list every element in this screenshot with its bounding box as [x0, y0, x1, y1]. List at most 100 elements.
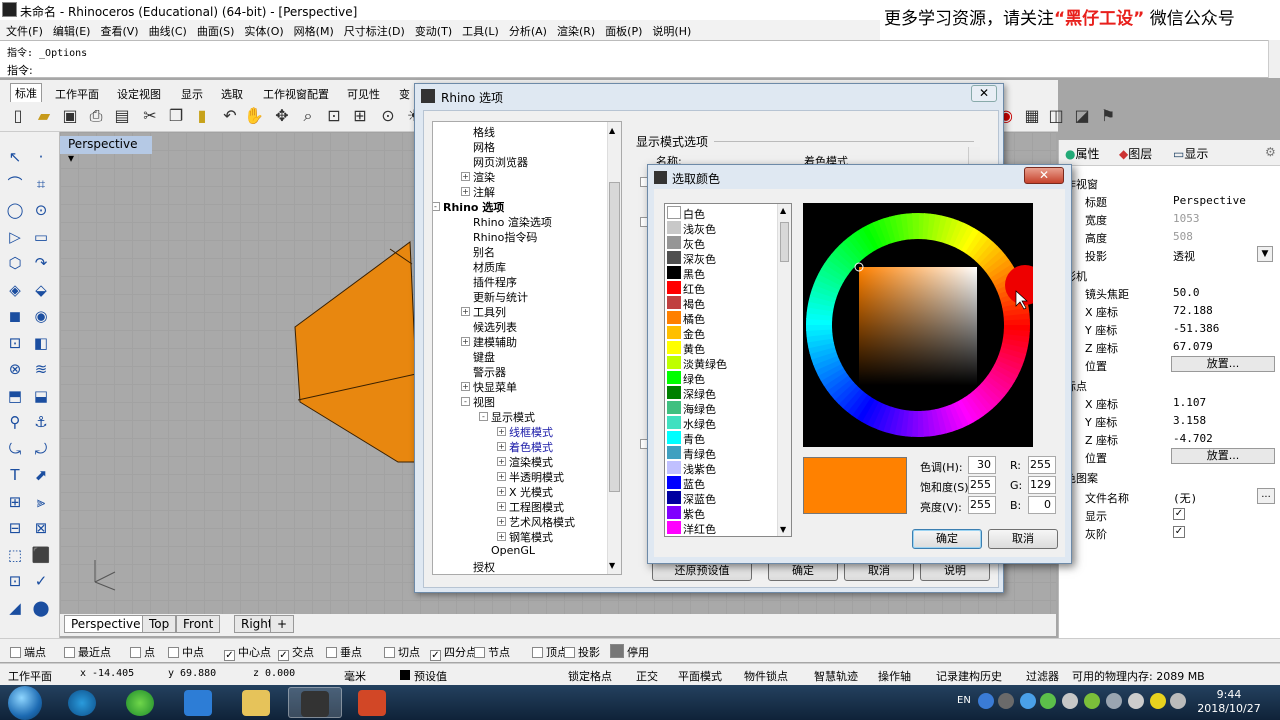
tool-surface-icon[interactable]: ⬡	[4, 252, 26, 274]
saturation-input[interactable]: 255	[968, 476, 996, 494]
tree-node-0[interactable]: 格线	[473, 124, 495, 140]
tree-node-21[interactable]: 着色模式	[509, 439, 553, 455]
tool-layer-icon[interactable]: ⊟	[4, 517, 26, 539]
tree-node-13[interactable]: 候选列表	[473, 319, 517, 335]
color-item-10[interactable]: 淡黄绿色	[665, 355, 777, 371]
taskbar-app-rhino[interactable]	[288, 687, 342, 718]
tree-node-7[interactable]: Rhino指令码	[473, 229, 537, 245]
tree-node-5[interactable]: Rhino 选项	[443, 199, 504, 215]
status-toggle-5[interactable]: 操作轴	[878, 668, 911, 684]
osnap-4[interactable]: ✓ 中心点	[224, 644, 271, 661]
tree-node-29[interactable]: 授权	[473, 559, 495, 574]
prop-value-14[interactable]: -4.702	[1173, 432, 1213, 445]
toolbar-tab-4[interactable]: 选取	[216, 84, 248, 104]
tool-lock-icon[interactable]: ⬛	[30, 544, 52, 566]
layer-label[interactable]: 预设值	[414, 668, 447, 684]
status-toggle-3[interactable]: 物件锁点	[744, 668, 788, 684]
osnap-8[interactable]: ✓ 四分点	[430, 644, 477, 661]
tree-node-8[interactable]: 别名	[473, 244, 495, 260]
tree-node-19[interactable]: 显示模式	[491, 409, 535, 425]
osnap-1[interactable]: 最近点	[64, 644, 111, 660]
options-flag-icon[interactable]: ⚑	[1098, 106, 1118, 126]
prop-value-3[interactable]: 508	[1173, 230, 1193, 243]
options-close-button[interactable]: ✕	[971, 85, 997, 102]
cplane-label[interactable]: 工作平面	[8, 668, 52, 684]
color-item-9[interactable]: 黄色	[665, 340, 777, 356]
menu-item-8[interactable]: 变动(T)	[409, 20, 456, 39]
color-item-19[interactable]: 深蓝色	[665, 490, 777, 506]
tree-node-12[interactable]: 工具列	[473, 304, 506, 320]
osnap-checkbox-2[interactable]	[130, 647, 141, 658]
tree-node-24[interactable]: X 光模式	[509, 484, 553, 500]
tree-expander-17[interactable]: +	[461, 382, 470, 391]
menu-item-11[interactable]: 渲染(R)	[551, 20, 599, 39]
color-item-6[interactable]: 褐色	[665, 295, 777, 311]
list-scroll-up-icon[interactable]: ▲	[780, 206, 786, 215]
tab-display[interactable]: ▭显示	[1173, 145, 1208, 162]
tree-node-25[interactable]: 工程图模式	[509, 499, 564, 515]
color-item-2[interactable]: 灰色	[665, 235, 777, 251]
scroll-up-icon[interactable]: ▲	[609, 126, 615, 135]
color-item-14[interactable]: 水绿色	[665, 415, 777, 431]
osnap-checkbox-7[interactable]	[384, 647, 395, 658]
import-icon[interactable]: ▤	[112, 106, 132, 126]
osnap-checkbox-10[interactable]	[532, 647, 543, 658]
tool-array-icon[interactable]: ⬒	[4, 385, 26, 407]
open-folder-icon[interactable]: ▰	[34, 106, 54, 126]
tree-node-16[interactable]: 警示器	[473, 364, 506, 380]
tool-hide-icon[interactable]: ⬚	[4, 544, 26, 566]
osnap-checkbox-1[interactable]	[64, 647, 75, 658]
color-ok-button[interactable]: 确定	[912, 529, 982, 549]
color-list-scrollbar[interactable]: ▲ ▼	[777, 204, 791, 536]
color-item-8[interactable]: 金色	[665, 325, 777, 341]
tree-expander-27[interactable]: +	[497, 532, 506, 541]
start-button-icon[interactable]	[8, 686, 42, 720]
tool-box-icon[interactable]: ⬙	[30, 279, 52, 301]
osnap-2[interactable]: 点	[130, 644, 155, 660]
undo-icon[interactable]: ↶	[220, 106, 240, 126]
tree-expander-24[interactable]: +	[497, 487, 506, 496]
toolbar-tab-2[interactable]: 设定视图	[112, 84, 166, 104]
prop-value-7[interactable]: 72.188	[1173, 304, 1213, 317]
tool-boolean-icon[interactable]: ⊗	[4, 358, 26, 380]
zoom-selected-icon[interactable]: ⊙	[378, 106, 398, 126]
osnap-7[interactable]: 切点	[384, 644, 420, 660]
color-item-17[interactable]: 浅紫色	[665, 460, 777, 476]
blue-input[interactable]: 0	[1028, 496, 1056, 514]
rotate-view-icon[interactable]: ✥	[272, 106, 292, 126]
tree-node-10[interactable]: 插件程序	[473, 274, 517, 290]
tree-expander-22[interactable]: +	[497, 457, 506, 466]
color-item-5[interactable]: 红色	[665, 280, 777, 296]
tree-expander-12[interactable]: +	[461, 307, 470, 316]
osnap-checkbox-5[interactable]: ✓	[278, 650, 289, 661]
status-toggle-7[interactable]: 过滤器	[1026, 668, 1059, 684]
help-tray-icon[interactable]	[978, 693, 994, 709]
projection-dropdown-icon[interactable]: ▼	[1257, 246, 1273, 262]
panel-settings-gear-icon[interactable]: ⚙	[1265, 145, 1276, 159]
tool-orient-icon[interactable]: ⬓	[30, 385, 52, 407]
tree-scroll-thumb[interactable]	[609, 182, 620, 492]
viewport-title[interactable]: Perspective ▾	[60, 136, 152, 165]
volume-tray-icon[interactable]	[1170, 693, 1186, 709]
osnap-checkbox-3[interactable]	[168, 647, 179, 658]
keyboard-tray-icon[interactable]	[998, 693, 1014, 709]
color-item-16[interactable]: 青绿色	[665, 445, 777, 461]
save-icon[interactable]: ▣	[60, 106, 80, 126]
osnap-11[interactable]: 投影	[564, 644, 600, 660]
tree-node-26[interactable]: 艺术风格模式	[509, 514, 575, 530]
tree-node-14[interactable]: 建模辅助	[473, 334, 517, 350]
tool-point-icon[interactable]: ·	[30, 146, 52, 168]
taskbar-app-plane[interactable]	[172, 687, 226, 718]
scroll-down-icon[interactable]: ▼	[609, 561, 615, 570]
color-item-15[interactable]: 青色	[665, 430, 777, 446]
osnap-checkbox-8[interactable]: ✓	[430, 650, 441, 661]
menu-item-13[interactable]: 说明(H)	[646, 20, 695, 39]
tree-node-2[interactable]: 网页浏览器	[473, 154, 528, 170]
tree-node-15[interactable]: 键盘	[473, 349, 495, 365]
tree-node-17[interactable]: 快显菜单	[473, 379, 517, 395]
tree-expander-19[interactable]: -	[479, 412, 488, 421]
tool-revolve-icon[interactable]: ⤿	[4, 438, 26, 460]
osnap-checkbox-0[interactable]	[10, 647, 21, 658]
tool-extrude-icon[interactable]: ◧	[30, 332, 52, 354]
hue-input[interactable]: 30	[968, 456, 996, 474]
